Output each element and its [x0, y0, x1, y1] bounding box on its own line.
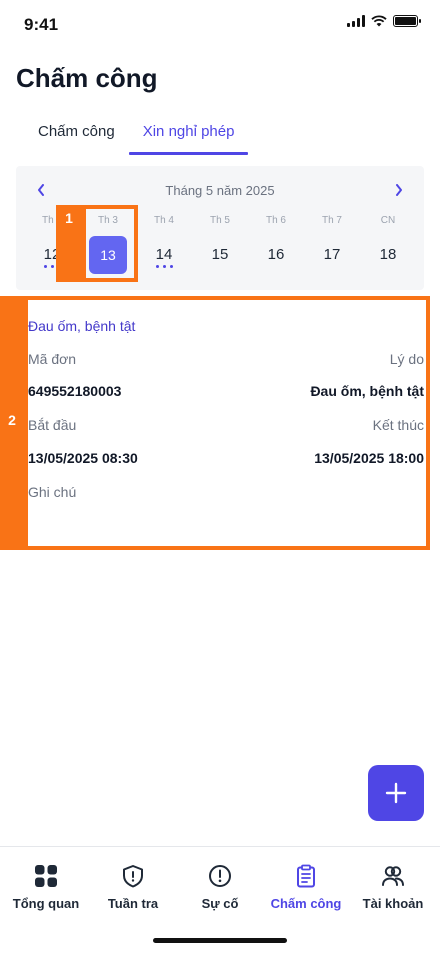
- calendar-day[interactable]: Th 5 15: [192, 212, 248, 280]
- cellular-signal-icon: [347, 15, 365, 27]
- day-name: Th 6: [265, 215, 286, 226]
- tab-xin-nghi-phep[interactable]: Xin nghỉ phép: [128, 114, 249, 155]
- wifi-icon: [371, 15, 387, 27]
- nav-item-cham-cong[interactable]: Chấm công: [262, 863, 350, 911]
- chevron-right-icon: [396, 184, 402, 196]
- calendar-day[interactable]: Th 7 17: [304, 212, 360, 280]
- calendar-day[interactable]: CN 18: [360, 212, 416, 280]
- day-number: 15: [211, 246, 229, 263]
- nav-label: Tổng quan: [12, 896, 80, 911]
- nav-item-su-co[interactable]: Sự cố: [176, 863, 264, 911]
- calendar-day[interactable]: Th 6 16: [248, 212, 304, 280]
- nav-label: Sự cố: [201, 896, 239, 911]
- tab-bar: Chấm công Xin nghỉ phép: [24, 114, 249, 155]
- day-name: Th 4: [153, 215, 174, 226]
- annotation-box-1: [82, 205, 138, 282]
- shield-icon: [123, 865, 143, 888]
- next-month-button[interactable]: [388, 180, 410, 200]
- day-number: 18: [379, 246, 397, 263]
- calendar-header: Tháng 5 năm 2025: [16, 180, 424, 200]
- plus-icon: [385, 782, 407, 804]
- home-indicator: [153, 938, 287, 943]
- day-number: 14: [155, 246, 173, 263]
- grid-icon: [35, 865, 57, 887]
- tab-cham-cong[interactable]: Chấm công: [24, 114, 129, 155]
- annotation-tag-2: 2: [0, 296, 24, 550]
- day-number: 16: [267, 246, 285, 263]
- nav-item-tong-quan[interactable]: Tổng quan: [2, 863, 90, 911]
- nav-item-tuan-tra[interactable]: Tuần tra: [89, 863, 177, 911]
- day-name: Th 7: [321, 215, 342, 226]
- nav-label: Tài khoản: [362, 896, 424, 911]
- alert-circle-icon: [209, 865, 231, 887]
- nav-item-tai-khoan[interactable]: Tài khoản: [349, 863, 437, 911]
- calendar-day[interactable]: Th 4 14: [136, 212, 192, 280]
- annotation-tag-1: 1: [56, 205, 82, 282]
- day-name: Th 5: [209, 215, 230, 226]
- calendar-month-label: Tháng 5 năm 2025: [165, 183, 275, 198]
- add-leave-request-button[interactable]: [368, 765, 424, 821]
- status-icons: [347, 15, 421, 27]
- status-time: 9:41: [24, 15, 59, 34]
- clipboard-icon: [297, 864, 315, 888]
- page-title: Chấm công: [16, 63, 158, 93]
- users-icon: [382, 866, 404, 886]
- day-number: 17: [323, 246, 341, 263]
- battery-icon: [393, 15, 421, 27]
- status-bar: 9:41: [0, 0, 440, 50]
- nav-label: Chấm công: [270, 896, 342, 911]
- event-dots: [136, 265, 192, 268]
- annotation-box-2: [24, 296, 430, 550]
- day-name: CN: [380, 215, 396, 226]
- nav-label: Tuần tra: [107, 896, 159, 911]
